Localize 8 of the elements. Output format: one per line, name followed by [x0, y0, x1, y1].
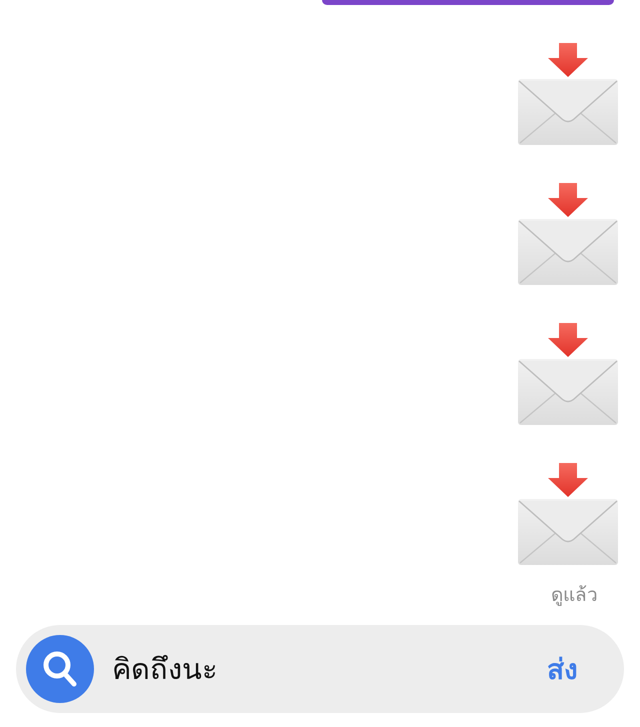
read-receipt: ดูแล้ว — [551, 583, 598, 608]
incoming-envelope-icon — [518, 183, 618, 285]
message-input-field[interactable]: คิดถึงนะ ส่ง — [16, 625, 624, 713]
incoming-envelope-icon — [518, 323, 618, 425]
search-button[interactable] — [26, 635, 94, 703]
incoming-envelope-icon — [518, 43, 618, 145]
incoming-envelope-icon — [518, 463, 618, 565]
search-icon — [42, 650, 78, 688]
